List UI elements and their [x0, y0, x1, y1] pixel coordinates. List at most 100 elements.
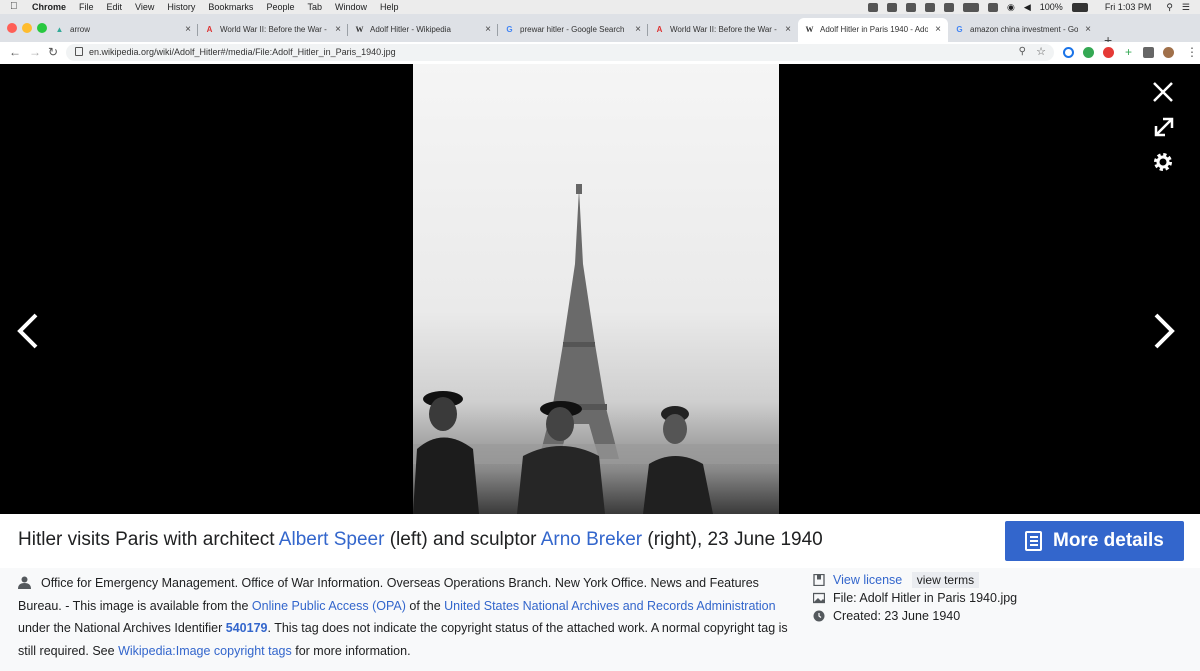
archive-identifier-link[interactable]: 540179 [226, 621, 268, 635]
menu-edit[interactable]: Edit [107, 0, 123, 14]
extension-circle-icon[interactable] [1063, 47, 1074, 58]
minimize-window-button[interactable] [22, 23, 32, 33]
opa-link[interactable]: Online Public Access (OPA) [252, 599, 406, 613]
arno-breker-link[interactable]: Arno Breker [541, 529, 642, 550]
article-favicon-icon: A [656, 25, 663, 34]
url-text[interactable]: en.wikipedia.org/wiki/Adolf_Hitler#/medi… [89, 44, 396, 61]
close-tab-icon[interactable]: × [635, 18, 641, 42]
close-tab-icon[interactable]: × [485, 18, 491, 42]
tab-title: Adolf Hitler in Paris 1940 - Adol [820, 25, 928, 34]
file-name: File: Adolf Hitler in Paris 1940.jpg [833, 591, 1018, 605]
status-icon[interactable] [868, 2, 878, 12]
close-icon[interactable] [1151, 80, 1175, 109]
tab-title: World War II: Before the War - [670, 25, 777, 34]
close-tab-icon[interactable]: × [185, 18, 191, 42]
tab-title: Adolf Hitler - Wikipedia [370, 25, 451, 34]
status-icon[interactable] [906, 2, 916, 12]
tab-title: prewar hitler - Google Search [520, 25, 625, 34]
menu-help[interactable]: Help [380, 0, 399, 14]
chrome-menu-icon[interactable]: ⋮ [1186, 45, 1198, 59]
created-date: Created: 23 June 1940 [833, 609, 961, 623]
control-center-icon[interactable]: ☰ [1182, 0, 1190, 14]
filename-row: File: Adolf Hitler in Paris 1940.jpg [813, 589, 1017, 607]
airplay-icon[interactable] [988, 2, 998, 12]
albert-speer-link[interactable]: Albert Speer [279, 529, 385, 550]
caption-bar: Hitler visits Paris with architect Alber… [0, 514, 1200, 569]
adblock-icon[interactable] [1103, 47, 1114, 58]
menu-window[interactable]: Window [335, 0, 367, 14]
lock-icon[interactable] [75, 47, 83, 56]
tab-amazon-china-search[interactable]: G amazon china investment - Goo × [948, 18, 1098, 42]
tab-title: arrow [70, 25, 91, 34]
menu-view[interactable]: View [135, 0, 154, 14]
menu-app-name[interactable]: Chrome [32, 0, 66, 14]
menu-tab[interactable]: Tab [307, 0, 322, 14]
close-tab-icon[interactable]: × [1085, 18, 1091, 42]
close-tab-icon[interactable]: × [935, 18, 941, 42]
expand-icon[interactable] [1153, 116, 1175, 143]
google-favicon-icon: G [956, 25, 963, 34]
previous-image-arrow-icon[interactable] [16, 313, 40, 354]
article-favicon-icon: A [206, 25, 213, 34]
battery-percent: 100% [1039, 2, 1063, 12]
menu-people[interactable]: People [266, 0, 294, 14]
macos-menu-bar:  Chrome File Edit View History Bookmark… [0, 0, 1200, 14]
apple-icon[interactable]:  [10, 0, 18, 14]
nara-link[interactable]: United States National Archives and Reco… [444, 599, 775, 613]
tab-title: World War II: Before the War - [220, 25, 327, 34]
vectr-favicon-icon: ▲ [55, 25, 64, 34]
description-text: for more information. [291, 643, 411, 658]
more-details-label: More details [1053, 530, 1164, 551]
copyright-tags-link[interactable]: Wikipedia:Image copyright tags [118, 644, 292, 658]
back-arrow-icon[interactable]: ← [9, 45, 21, 59]
window-controls [7, 23, 47, 33]
media-viewer [0, 64, 1200, 514]
view-license-link[interactable]: View license [833, 573, 902, 587]
tab-adolf-hitler-wikipedia[interactable]: W Adolf Hitler - Wikipedia × [348, 18, 498, 42]
tab-prewar-hitler-search[interactable]: G prewar hitler - Google Search × [498, 18, 648, 42]
forward-arrow-icon[interactable]: → [29, 45, 41, 59]
close-tab-icon[interactable]: × [785, 18, 791, 42]
wikipedia-favicon-icon: W [805, 25, 814, 34]
tab-world-war-ii-2[interactable]: A World War II: Before the War - × [648, 18, 798, 42]
browser-toolbar: ← → ↻ en.wikipedia.org/wiki/Adolf_Hitler… [0, 42, 1200, 65]
zoom-window-button[interactable] [37, 23, 47, 33]
photo-illustration [413, 184, 779, 514]
close-window-button[interactable] [7, 23, 17, 33]
menu-file[interactable]: File [79, 0, 94, 14]
close-tab-icon[interactable]: × [335, 18, 341, 42]
next-image-arrow-icon[interactable] [1152, 313, 1176, 354]
status-icon[interactable] [944, 2, 954, 12]
status-icon[interactable] [887, 2, 897, 12]
tab-title: amazon china investment - Goo [970, 25, 1078, 34]
description-text: under the National Archives Identifier [18, 621, 226, 635]
profile-avatar[interactable] [1163, 47, 1174, 58]
menu-bookmarks[interactable]: Bookmarks [208, 0, 253, 14]
license-row: View license view terms [813, 571, 1017, 589]
address-bar[interactable]: en.wikipedia.org/wiki/Adolf_Hitler#/medi… [66, 44, 1054, 61]
zoom-icon[interactable]: ⚲ [1019, 46, 1026, 57]
tab-hitler-in-paris-active[interactable]: W Adolf Hitler in Paris 1940 - Adol × [798, 18, 948, 42]
tab-strip: ▲ arrow × A World War II: Before the War… [0, 14, 1200, 48]
extension-plus-icon[interactable]: + [1123, 46, 1134, 58]
wifi-icon[interactable]: ◉ [1007, 0, 1015, 14]
battery-icon[interactable] [1071, 2, 1088, 12]
extension-green-icon[interactable] [1083, 47, 1094, 58]
gear-icon[interactable] [1152, 151, 1174, 178]
extensions-puzzle-icon[interactable] [1143, 47, 1154, 58]
tab-arrow[interactable]: ▲ arrow × [48, 18, 198, 42]
description-text: of the [405, 598, 445, 613]
bookmark-star-icon[interactable]: ☆ [1036, 45, 1046, 58]
tab-world-war-ii[interactable]: A World War II: Before the War - × [198, 18, 348, 42]
volume-icon[interactable]: ◀ [1024, 0, 1031, 14]
box-icon[interactable] [963, 2, 979, 12]
caption-text: (left) and sculptor [384, 529, 541, 550]
spotlight-icon[interactable]: ⚲ [1166, 0, 1173, 14]
more-details-button[interactable]: More details [1005, 521, 1184, 561]
menu-history[interactable]: History [167, 0, 195, 14]
clock[interactable]: Fri 1:03 PM [1105, 0, 1152, 14]
file-info: View license view terms File: Adolf Hitl… [813, 571, 1017, 625]
reload-icon[interactable]: ↻ [48, 45, 58, 59]
view-terms-button[interactable]: view terms [911, 572, 980, 588]
status-icon[interactable] [925, 2, 935, 12]
